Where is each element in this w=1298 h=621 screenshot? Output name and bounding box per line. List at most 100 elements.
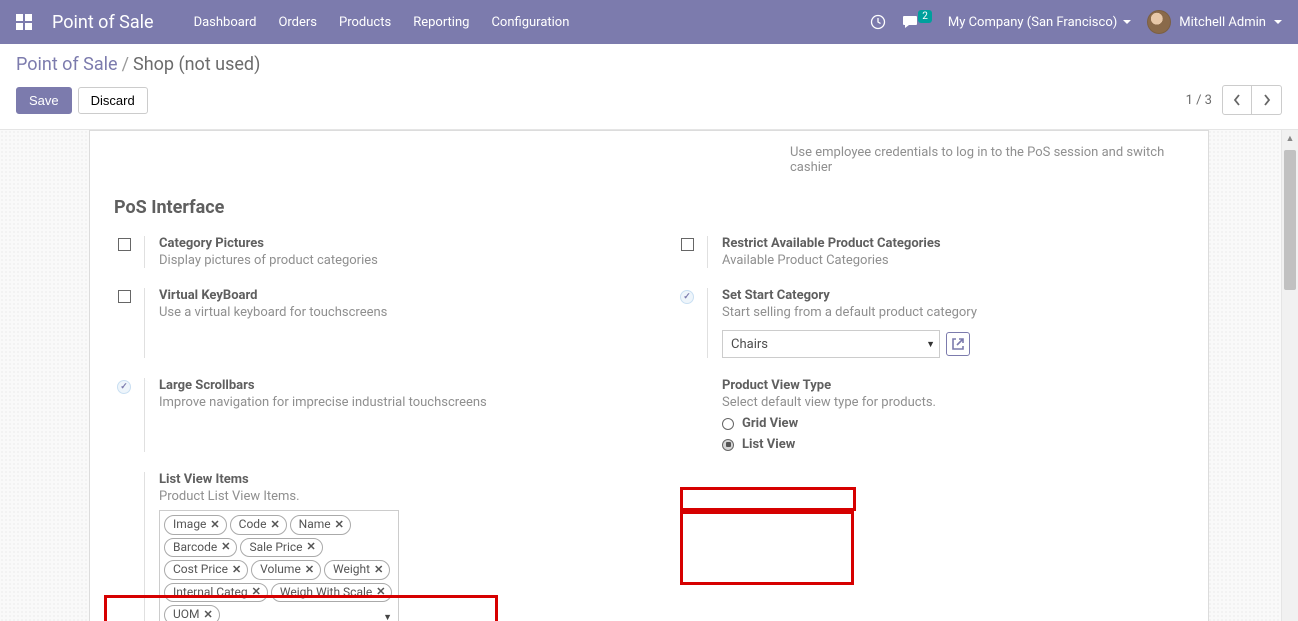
chat-badge: 2 (918, 10, 932, 23)
tag-item: Internal Categ ✕ (164, 583, 268, 603)
setting-title: Virtual KeyBoard (159, 288, 621, 303)
setting-start-category: Set Start Category Start selling from a … (669, 280, 1192, 370)
checkbox-category-pictures[interactable] (118, 238, 131, 251)
chevron-right-icon (1263, 94, 1271, 106)
tag-remove-icon[interactable]: ✕ (376, 585, 385, 599)
chevron-down-icon (1123, 20, 1131, 24)
tag-item: Barcode ✕ (164, 538, 237, 558)
breadcrumb-separator: / (122, 54, 129, 75)
tag-item: Weigh With Scale ✕ (271, 583, 393, 603)
external-link-icon (951, 337, 965, 351)
tag-label: Image (173, 517, 206, 533)
discard-button[interactable]: Discard (78, 87, 148, 114)
tag-item: Code✕ (230, 515, 287, 535)
setting-restrict-categories: Restrict Available Product Categories Av… (669, 228, 1192, 280)
tag-item: Volume ✕ (251, 560, 321, 580)
tag-label: Name (299, 517, 331, 533)
breadcrumb-root[interactable]: Point of Sale (16, 54, 118, 75)
tag-label: Code (239, 517, 267, 533)
external-link-button[interactable] (946, 332, 970, 356)
chevron-down-icon: ▼ (926, 339, 935, 350)
app-brand: Point of Sale (52, 12, 154, 33)
tag-label: Sale Price (249, 540, 302, 556)
radio-list-view[interactable] (722, 439, 734, 451)
start-category-value: Chairs (731, 337, 768, 352)
tag-label: Cost Price (173, 562, 228, 578)
setting-desc: Available Product Categories (722, 253, 1184, 268)
tag-remove-icon[interactable]: ✕ (335, 518, 344, 532)
chevron-left-icon (1233, 94, 1241, 106)
radio-grid-label: Grid View (742, 416, 798, 431)
tag-item: Sale Price ✕ (240, 538, 322, 558)
avatar (1147, 10, 1171, 34)
tag-remove-icon[interactable]: ✕ (232, 563, 241, 577)
setting-desc: Start selling from a default product cat… (722, 305, 1184, 320)
tag-remove-icon[interactable]: ✕ (374, 563, 383, 577)
tag-item: Image ✕ (164, 515, 227, 535)
setting-product-view-type: Product View Type Select default view ty… (669, 370, 1192, 464)
tag-remove-icon[interactable]: ✕ (270, 518, 279, 532)
save-button[interactable]: Save (16, 87, 72, 114)
tag-remove-icon[interactable]: ✕ (252, 585, 261, 599)
start-category-select[interactable]: Chairs ▼ (722, 330, 940, 358)
tag-label: Internal Categ (173, 585, 248, 601)
setting-desc: Use a virtual keyboard for touchscreens (159, 305, 621, 320)
tag-remove-icon[interactable]: ✕ (221, 540, 230, 554)
tag-label: Weight (333, 562, 370, 578)
tag-remove-icon[interactable]: ✕ (204, 608, 213, 621)
clock-icon[interactable] (870, 14, 886, 30)
setting-large-scrollbars: Large Scrollbars Improve navigation for … (106, 370, 629, 464)
section-title-pos-interface: PoS Interface (90, 181, 1208, 228)
list-view-items-tags[interactable]: Image✕Code✕Name✕Barcode✕Sale Price✕Cost … (159, 510, 399, 621)
radio-list-label: List View (742, 437, 795, 452)
checkbox-start-category[interactable] (680, 290, 694, 304)
tag-label: Barcode (173, 540, 217, 556)
breadcrumb: Point of Sale / Shop (not used) (16, 54, 1282, 75)
setting-title: Category Pictures (159, 236, 621, 251)
tag-label: Volume (260, 562, 301, 578)
pager-next[interactable] (1252, 85, 1282, 115)
tag-item: UOM ✕ (164, 605, 220, 621)
setting-desc: Select default view type for products. (722, 395, 1184, 410)
radio-grid-view[interactable] (722, 418, 734, 430)
setting-title: List View Items (159, 472, 621, 487)
nav-configuration[interactable]: Configuration (491, 15, 569, 30)
nav-reporting[interactable]: Reporting (413, 15, 469, 30)
chevron-down-icon (1274, 20, 1282, 24)
setting-title: Restrict Available Product Categories (722, 236, 1184, 251)
tag-label: Weigh With Scale (280, 585, 372, 601)
setting-title: Set Start Category (722, 288, 1184, 303)
tag-remove-icon[interactable]: ✕ (307, 540, 316, 554)
employee-hint-text: Use employee credentials to log in to th… (790, 139, 1208, 181)
user-menu[interactable]: Mitchell Admin (1147, 10, 1282, 34)
tag-item: Name ✕ (290, 515, 351, 535)
nav-products[interactable]: Products (339, 15, 391, 30)
setting-list-view-items: List View Items Product List View Items.… (106, 464, 629, 621)
nav-orders[interactable]: Orders (278, 15, 317, 30)
nav-links: Dashboard Orders Products Reporting Conf… (194, 15, 570, 30)
company-name: My Company (San Francisco) (948, 15, 1117, 30)
tag-item: Cost Price ✕ (164, 560, 248, 580)
checkbox-restrict-categories[interactable] (681, 238, 694, 251)
company-selector[interactable]: My Company (San Francisco) (948, 15, 1131, 30)
tag-remove-icon[interactable]: ✕ (210, 518, 219, 532)
setting-desc: Product List View Items. (159, 489, 621, 504)
user-name: Mitchell Admin (1179, 15, 1266, 30)
chat-icon[interactable]: 2 (902, 14, 932, 30)
apps-icon[interactable] (16, 14, 32, 30)
setting-virtual-keyboard: Virtual KeyBoard Use a virtual keyboard … (106, 280, 629, 370)
pager-prev[interactable] (1222, 85, 1252, 115)
tag-remove-icon[interactable]: ✕ (305, 563, 314, 577)
checkbox-virtual-keyboard[interactable] (118, 290, 131, 303)
chevron-down-icon: ▼ (383, 612, 392, 621)
setting-title: Large Scrollbars (159, 378, 621, 393)
checkbox-large-scrollbars[interactable] (117, 380, 131, 394)
tag-item: Weight ✕ (324, 560, 390, 580)
pager-text: 1 / 3 (1186, 93, 1212, 108)
setting-title: Product View Type (722, 378, 1184, 393)
setting-desc: Display pictures of product categories (159, 253, 621, 268)
setting-category-pictures: Category Pictures Display pictures of pr… (106, 228, 629, 280)
breadcrumb-current: Shop (not used) (133, 54, 260, 75)
nav-dashboard[interactable]: Dashboard (194, 15, 257, 30)
tag-label: UOM (173, 607, 200, 621)
